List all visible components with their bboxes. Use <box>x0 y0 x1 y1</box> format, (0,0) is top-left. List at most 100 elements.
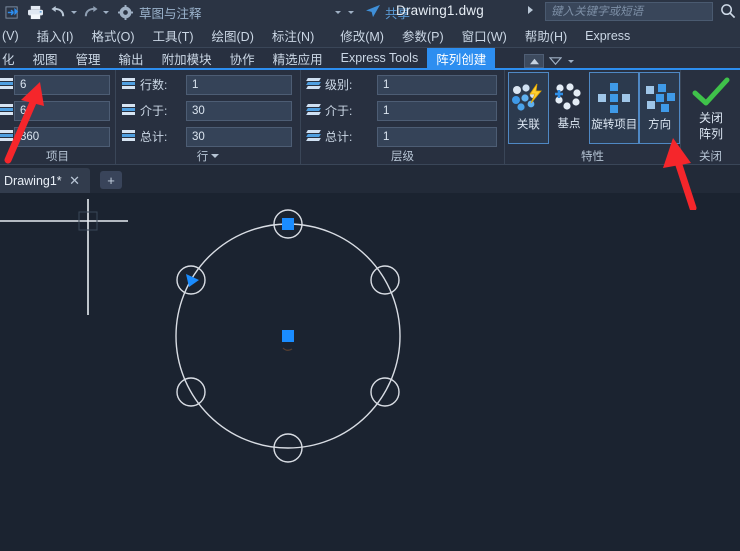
qat-customize-caret[interactable] <box>346 2 355 22</box>
rows-total-field[interactable]: 30 <box>186 126 292 147</box>
direction-button[interactable]: 方向 <box>639 72 680 144</box>
menu-item-window[interactable]: 窗口(W) <box>453 24 516 48</box>
levels-count-label: 级别: <box>325 78 353 92</box>
ribbon-workspace-controls <box>524 51 575 71</box>
panel-title-properties: 特性 <box>505 148 680 164</box>
panel-items: 6 60 360 项目 <box>0 70 116 165</box>
center-grip-square <box>282 330 294 342</box>
redo-dropdown-caret[interactable] <box>101 2 110 22</box>
ribbon-panels: 6 60 360 项目 行数: 1 介于: 30 总计: 30 行 级别: 1 … <box>0 70 740 165</box>
drawing-canvas[interactable] <box>0 193 740 551</box>
autocad-window: 草图与注释 共享 Drawing1.dwg 键入关键字或短语 (V) 插入(I)… <box>0 0 740 551</box>
tab-output[interactable]: 输出 <box>110 48 153 68</box>
rows-between-field[interactable]: 30 <box>186 100 292 121</box>
rows-between-row: 介于: 30 <box>116 99 300 122</box>
workspace-switch-icon[interactable] <box>524 54 544 68</box>
file-tab-drawing1[interactable]: Drawing1* ✕ <box>0 168 90 193</box>
rows-count-label: 行数: <box>140 78 168 92</box>
close-icon[interactable]: ✕ <box>69 173 80 189</box>
tab-express-tools[interactable]: Express Tools <box>332 48 428 68</box>
ribbon-display-options-icon[interactable] <box>547 54 563 68</box>
associative-button[interactable]: 关联 <box>508 72 549 144</box>
tab-featured-apps[interactable]: 精选应用 <box>264 48 332 68</box>
new-tab-button[interactable]: + <box>100 171 122 189</box>
menu-item-format[interactable]: 格式(O) <box>82 24 143 48</box>
menu-item-insert[interactable]: 插入(I) <box>28 24 83 48</box>
menu-item-view[interactable]: (V) <box>0 24 28 48</box>
tab-array-creation[interactable]: 阵列创建 <box>427 48 496 68</box>
panel-title-rows[interactable]: 行 <box>116 148 300 164</box>
levels-count-field[interactable]: 1 <box>377 74 497 95</box>
tab-addins[interactable]: 附加模块 <box>153 48 221 68</box>
tab-manage[interactable]: 管理 <box>67 48 110 68</box>
levels-between-row: 介于: 1 <box>301 99 504 122</box>
share-icon <box>365 4 381 21</box>
menu-item-tools[interactable]: 工具(T) <box>144 24 203 48</box>
levels-total-icon: 总计: <box>301 128 373 145</box>
levels-between-field[interactable]: 1 <box>377 100 497 121</box>
workspace-combo[interactable]: 草图与注释 <box>114 3 346 21</box>
items-count-field[interactable]: 6 <box>14 74 110 95</box>
levels-total-label: 总计: <box>325 130 353 144</box>
panel-close: 关闭 阵列 关闭 <box>681 70 740 165</box>
base-point-button[interactable]: 基点 <box>549 72 590 144</box>
plot-icon[interactable] <box>24 2 46 22</box>
gear-icon <box>118 4 133 20</box>
document-title: Drawing1.dwg <box>396 3 484 18</box>
levels-between-icon: 介于: <box>301 102 373 119</box>
menu-item-express[interactable]: Express <box>576 24 639 48</box>
ribbon-options-caret[interactable] <box>566 51 575 71</box>
menu-item-draw[interactable]: 绘图(D) <box>203 24 263 48</box>
levels-count-row: 级别: 1 <box>301 73 504 96</box>
items-between-field[interactable]: 60 <box>14 100 110 121</box>
levels-count-icon: 级别: <box>301 76 373 93</box>
rows-total-row: 总计: 30 <box>116 125 300 148</box>
undo-icon[interactable] <box>47 2 69 22</box>
chevron-down-icon[interactable] <box>211 154 220 158</box>
rows-count-field[interactable]: 1 <box>186 74 292 95</box>
search-icon[interactable] <box>720 3 736 24</box>
menu-item-modify[interactable]: 修改(M) <box>331 24 393 48</box>
panel-title-close: 关闭 <box>681 148 740 164</box>
panel-title-properties-label: 特性 <box>581 151 604 163</box>
panel-title-close-label: 关闭 <box>699 151 722 163</box>
file-tab-label: Drawing1* <box>4 173 62 188</box>
items-fill-angle-field[interactable]: 360 <box>14 126 110 147</box>
crosshair-cursor <box>0 199 128 315</box>
save-as-icon[interactable] <box>1 2 23 22</box>
tab-view[interactable]: 视图 <box>24 48 67 68</box>
ribbon-tab-strip: 化 视图 管理 输出 附加模块 协作 精选应用 Express Tools 阵列… <box>0 48 740 70</box>
items-total-icon <box>0 130 13 143</box>
items-between-icon <box>0 104 13 117</box>
search-input[interactable]: 键入关键字或短语 <box>545 2 713 21</box>
rows-total-icon: 总计: <box>116 128 182 145</box>
associative-label: 关联 <box>516 119 540 131</box>
base-point-icon <box>551 76 587 118</box>
items-total-row: 360 <box>0 125 115 148</box>
direction-label: 方向 <box>648 119 672 131</box>
panel-title-items: 项目 <box>0 148 115 164</box>
undo-dropdown-caret[interactable] <box>69 2 78 22</box>
close-array-label-line2: 阵列 <box>698 127 723 141</box>
menu-item-parametric[interactable]: 参数(P) <box>393 24 453 48</box>
workspace-dropdown-caret[interactable] <box>333 2 342 22</box>
rows-between-label: 介于: <box>140 104 168 118</box>
rows-count-row: 行数: 1 <box>116 73 300 96</box>
rotate-items-icon <box>595 77 633 119</box>
file-tab-bar: Drawing1* ✕ + <box>0 165 740 193</box>
menu-item-help[interactable]: 帮助(H) <box>516 24 576 48</box>
redo-icon[interactable] <box>79 2 101 22</box>
panel-rows: 行数: 1 介于: 30 总计: 30 行 <box>116 70 301 165</box>
tab-visualize[interactable]: 化 <box>0 48 24 68</box>
document-menu-arrow[interactable] <box>528 6 533 14</box>
menu-bar: (V) 插入(I) 格式(O) 工具(T) 绘图(D) 标注(N) 修改(M) … <box>0 24 740 48</box>
title-bar: 草图与注释 共享 Drawing1.dwg 键入关键字或短语 <box>0 0 740 24</box>
menu-item-dimension[interactable]: 标注(N) <box>263 24 323 48</box>
rotate-items-label: 旋转项目 <box>591 119 638 131</box>
levels-total-field[interactable]: 1 <box>377 126 497 147</box>
levels-total-row: 总计: 1 <box>301 125 504 148</box>
tab-collaborate[interactable]: 协作 <box>221 48 264 68</box>
items-between-row: 60 <box>0 99 115 122</box>
rotate-items-button[interactable]: 旋转项目 <box>589 72 640 144</box>
rows-count-icon: 行数: <box>116 76 182 93</box>
